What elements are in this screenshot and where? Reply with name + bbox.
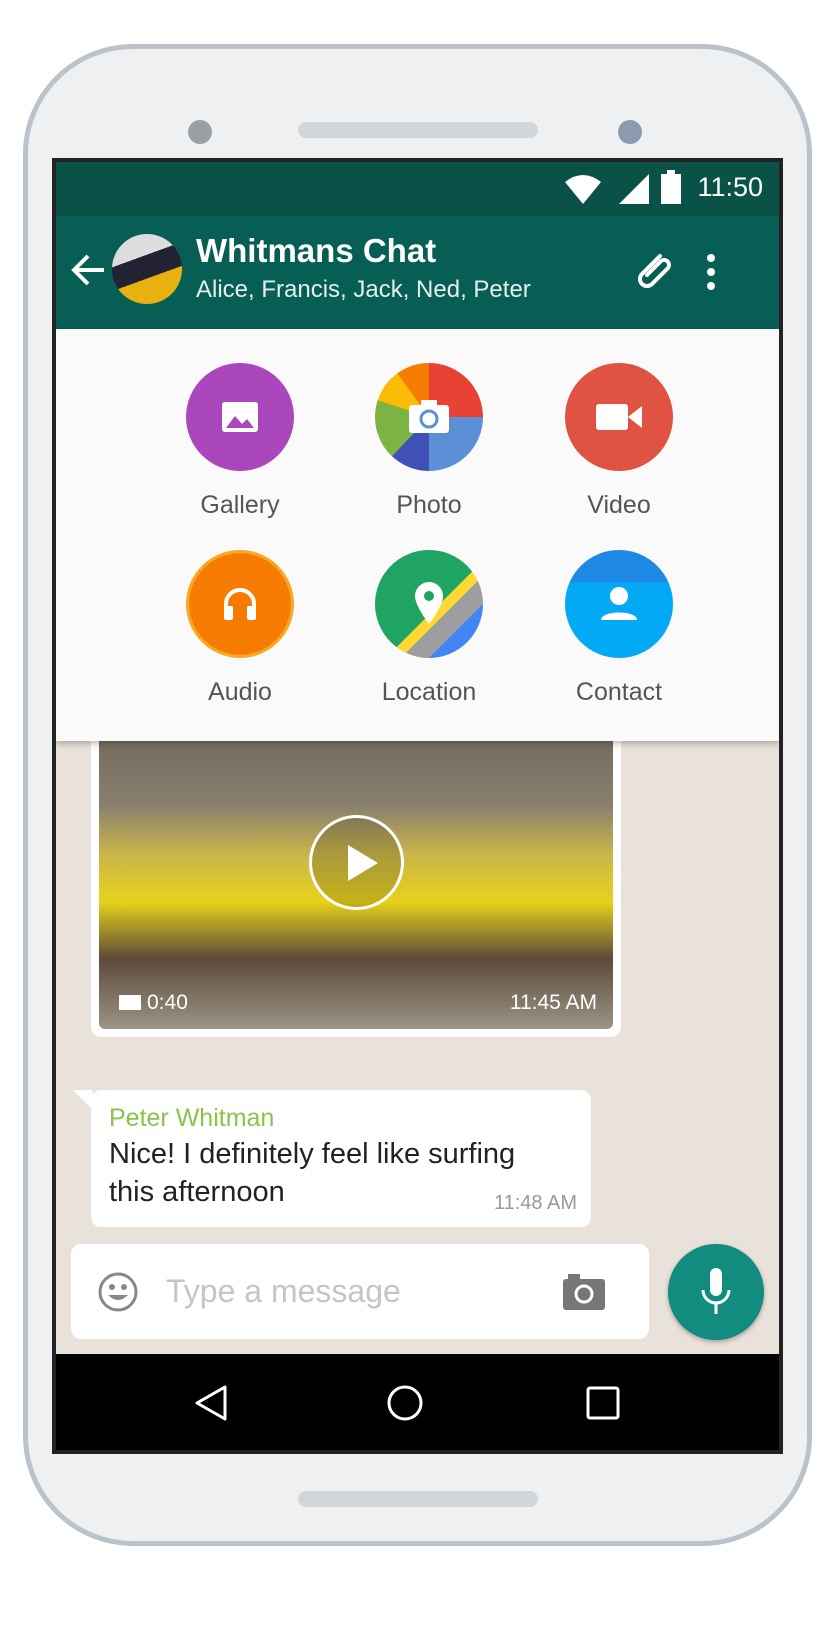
chat-header: Whitmans Chat Alice, Francis, Jack, Ned,… [56, 216, 779, 329]
video-camera-icon [565, 363, 673, 471]
map-pin-icon [375, 550, 483, 658]
more-options-icon[interactable] [704, 252, 718, 292]
sensor [188, 120, 212, 144]
video-timestamp: 11:45 AM [509, 991, 597, 1014]
emoji-icon[interactable] [97, 1271, 139, 1313]
bottom-speaker [298, 1491, 538, 1507]
group-avatar[interactable] [112, 234, 182, 304]
earpiece [298, 122, 538, 138]
recents-nav-icon[interactable] [586, 1386, 620, 1420]
microphone-icon [701, 1268, 731, 1314]
message-timestamp: 11:48 AM [493, 1192, 577, 1214]
attach-label: Video [587, 491, 651, 519]
composer [71, 1244, 649, 1339]
camera-icon [375, 363, 483, 471]
duration-text: 0:40 [147, 991, 188, 1014]
video-duration: 0:40 [119, 991, 188, 1015]
wifi-icon [565, 175, 601, 204]
attach-location[interactable]: Location [354, 550, 504, 707]
attach-video[interactable]: Video [544, 363, 694, 520]
back-arrow-icon[interactable] [70, 252, 106, 288]
clock: 11:50 [697, 172, 763, 202]
attach-label: Contact [575, 678, 663, 706]
play-icon[interactable] [309, 815, 404, 910]
video-camera-small-icon [119, 995, 141, 1010]
attachment-panel: Gallery Photo Video Audio Location Conta… [56, 329, 779, 741]
attach-audio[interactable]: Audio [165, 550, 315, 707]
navigation-bar [56, 1354, 779, 1450]
front-camera [618, 120, 642, 144]
camera-icon[interactable] [563, 1274, 605, 1310]
attach-gallery[interactable]: Gallery [165, 363, 315, 520]
paperclip-icon[interactable] [630, 246, 678, 294]
home-nav-icon[interactable] [386, 1384, 424, 1422]
screen: 11:50 Whitmans Chat Alice, Francis, Jack… [52, 158, 783, 1454]
status-bar: 11:50 [56, 162, 779, 216]
attach-photo[interactable]: Photo [354, 363, 504, 520]
battery-icon [661, 170, 681, 204]
headphones-icon [186, 550, 294, 658]
message-bubble: Peter Whitman Nice! I definitely feel li… [73, 1090, 591, 1227]
chat-title[interactable]: Whitmans Chat [196, 232, 436, 270]
message-input[interactable] [166, 1266, 546, 1316]
signal-icon [619, 174, 649, 204]
person-icon [565, 550, 673, 658]
gallery-icon [186, 363, 294, 471]
back-nav-icon[interactable] [194, 1384, 228, 1422]
video-thumbnail[interactable]: 0:40 11:45 AM [99, 710, 613, 1029]
attach-label: Gallery [200, 491, 280, 519]
video-message[interactable]: 0:40 11:45 AM [91, 702, 621, 1037]
message-sender: Peter Whitman [109, 1104, 275, 1132]
attach-contact[interactable]: Contact [544, 550, 694, 707]
chat-members[interactable]: Alice, Francis, Jack, Ned, Peter [196, 276, 531, 304]
attach-label: Audio [208, 678, 272, 706]
attach-label: Photo [396, 491, 462, 519]
attach-label: Location [381, 678, 477, 706]
voice-record-button[interactable] [668, 1244, 764, 1340]
